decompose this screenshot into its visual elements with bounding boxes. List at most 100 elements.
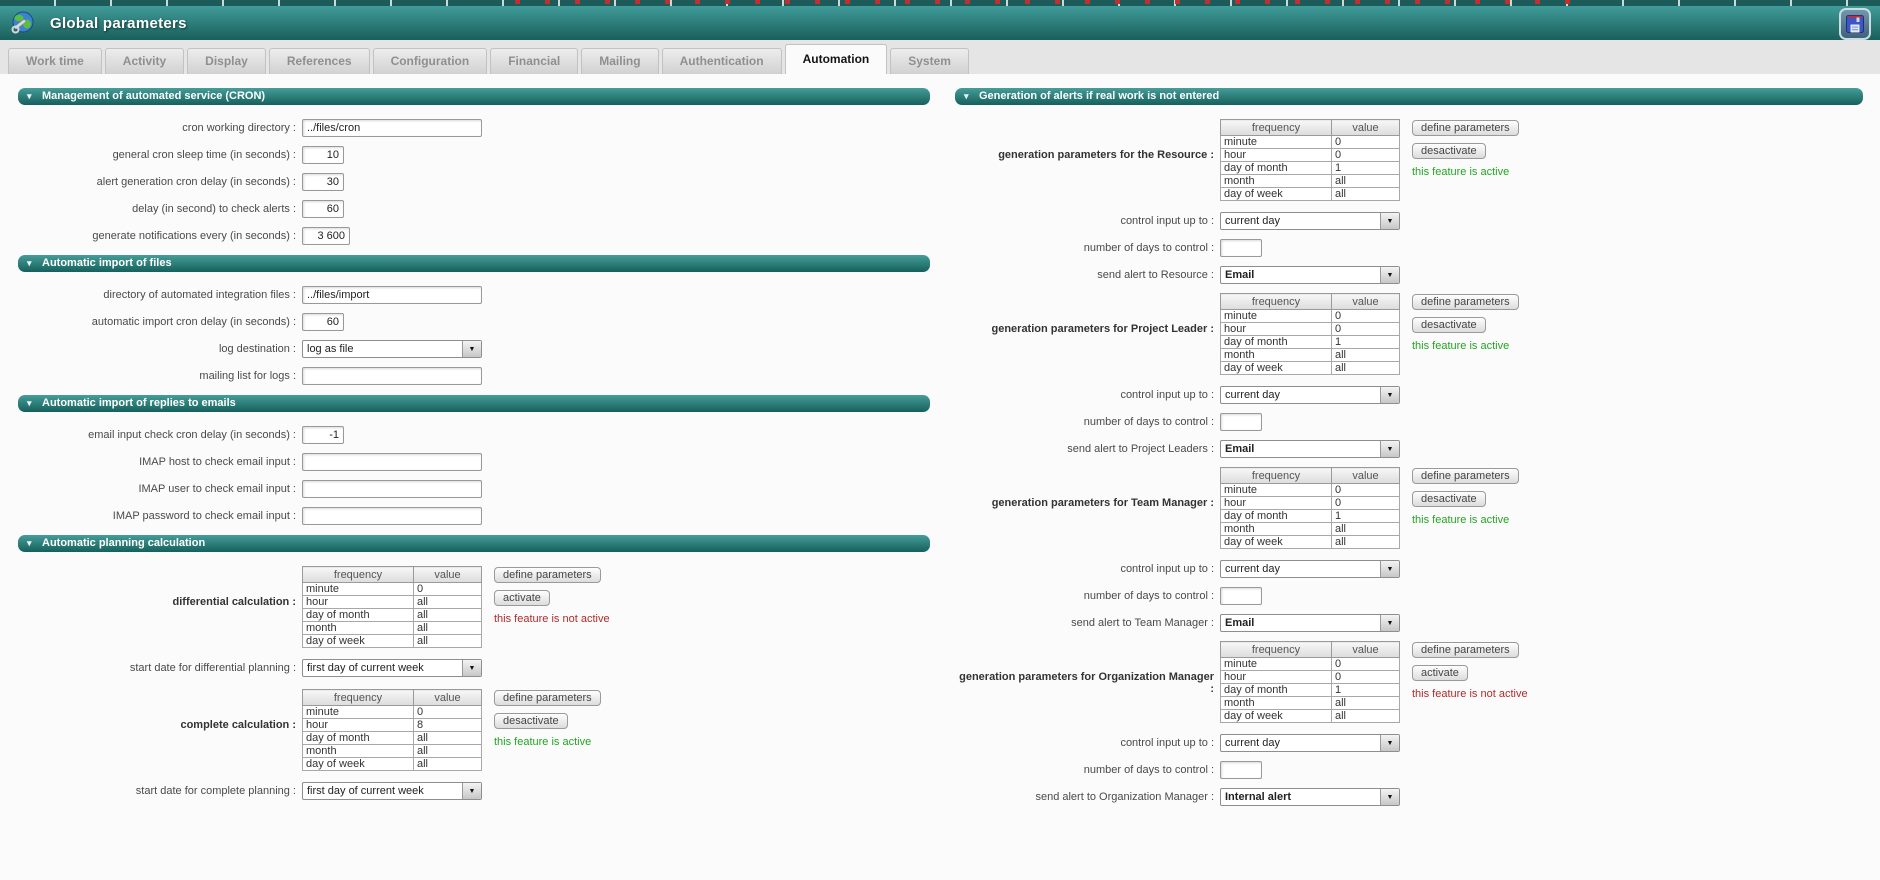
project-leader-define-parameters-button[interactable]: define parameters	[1412, 294, 1519, 310]
project-leader-freq-table: frequency value minute0hour0day of month…	[1220, 293, 1400, 375]
alert-cron-delay-input[interactable]	[302, 173, 344, 191]
team-manager-control-select[interactable]: current day ▼	[1220, 560, 1400, 578]
freq-cell: all	[414, 609, 482, 622]
section-header-cron[interactable]: ▾ Management of automated service (CRON)	[18, 88, 930, 105]
resource-desactivate-button[interactable]: desactivate	[1412, 143, 1486, 159]
collapse-arrow-icon: ▾	[27, 535, 32, 552]
right-column: ▾ Generation of alerts if real work is n…	[955, 88, 1863, 816]
select-value: first day of current week	[303, 785, 462, 797]
freq-row: hour0	[1221, 497, 1400, 510]
section-header-import-files[interactable]: ▾ Automatic import of files	[18, 255, 930, 272]
project-leader-days-input[interactable]	[1220, 413, 1262, 431]
section-header-planning[interactable]: ▾ Automatic planning calculation	[18, 535, 930, 552]
log-destination-select[interactable]: log as file ▼	[302, 340, 482, 358]
freq-cell: all	[1332, 523, 1400, 536]
comp-start-date-select[interactable]: first day of current week ▼	[302, 782, 482, 800]
imap-host-input[interactable]	[302, 453, 482, 471]
project-leader-desactivate-button[interactable]: desactivate	[1412, 317, 1486, 333]
tab-references[interactable]: References	[269, 48, 370, 74]
section-title: Automatic import of replies to emails	[42, 397, 236, 409]
tab-system[interactable]: System	[890, 48, 969, 74]
comp-desactivate-button[interactable]: desactivate	[494, 713, 568, 729]
diff-define-parameters-button[interactable]: define parameters	[494, 567, 601, 583]
field-row: control input up to : current day ▼	[955, 560, 1863, 578]
freq-row: day of weekall	[1221, 362, 1400, 375]
freq-cell: 1	[1332, 336, 1400, 349]
diff-activate-button[interactable]: activate	[494, 590, 550, 606]
team-manager-define-parameters-button[interactable]: define parameters	[1412, 468, 1519, 484]
org-manager-control-select[interactable]: current day ▼	[1220, 734, 1400, 752]
resource-define-parameters-button[interactable]: define parameters	[1412, 120, 1519, 136]
org-manager-send-alert-select[interactable]: Internal alert ▼	[1220, 788, 1400, 806]
team-manager-desactivate-button[interactable]: desactivate	[1412, 491, 1486, 507]
field-row: log destination : log as file ▼	[18, 340, 930, 358]
freq-row: monthall	[303, 745, 482, 758]
org-manager-activate-button[interactable]: activate	[1412, 665, 1468, 681]
tab-activity[interactable]: Activity	[105, 48, 184, 74]
org-manager-days-input[interactable]	[1220, 761, 1262, 779]
field-row: send alert to Organization Manager : Int…	[955, 788, 1863, 806]
collapse-arrow-icon: ▾	[964, 88, 969, 105]
resource-send-alert-select[interactable]: Email ▼	[1220, 266, 1400, 284]
freq-cell: all	[414, 758, 482, 771]
tab-authentication[interactable]: Authentication	[662, 48, 782, 74]
field-row: general cron sleep time (in seconds) :	[18, 146, 930, 164]
freq-cell: all	[1332, 349, 1400, 362]
select-value: Email	[1221, 443, 1380, 455]
field-label: send alert to Resource :	[955, 269, 1220, 281]
import-cron-delay-input[interactable]	[302, 313, 344, 331]
org-manager-alert-block: generation parameters for Organization M…	[955, 641, 1863, 806]
project-leader-control-select[interactable]: current day ▼	[1220, 386, 1400, 404]
org-manager-status-text: this feature is not active	[1412, 688, 1528, 700]
tab-mailing[interactable]: Mailing	[581, 48, 658, 74]
freq-cell: day of month	[1221, 510, 1332, 523]
freq-cell: hour	[303, 719, 414, 732]
cron-sleep-time-input[interactable]	[302, 146, 344, 164]
freq-cell: all	[414, 745, 482, 758]
chevron-down-icon: ▼	[1380, 267, 1399, 283]
section-header-alerts[interactable]: ▾ Generation of alerts if real work is n…	[955, 88, 1863, 105]
section-header-email-replies[interactable]: ▾ Automatic import of replies to emails	[18, 395, 930, 412]
imap-password-input[interactable]	[302, 507, 482, 525]
chevron-down-icon: ▼	[1380, 213, 1399, 229]
cron-working-directory-input[interactable]	[302, 119, 482, 137]
tab-financial[interactable]: Financial	[490, 48, 578, 74]
comp-define-parameters-button[interactable]: define parameters	[494, 690, 601, 706]
org-manager-params-row: generation parameters for Organization M…	[955, 641, 1863, 723]
chevron-down-icon: ▼	[462, 783, 481, 799]
freq-cell: minute	[1221, 136, 1332, 149]
diff-start-date-select[interactable]: first day of current week ▼	[302, 659, 482, 677]
save-button[interactable]	[1839, 8, 1871, 40]
freq-cell: day of week	[303, 635, 414, 648]
email-check-delay-input[interactable]	[302, 426, 344, 444]
tab-work-time[interactable]: Work time	[8, 48, 102, 74]
tab-configuration[interactable]: Configuration	[373, 48, 488, 74]
team-manager-send-alert-select[interactable]: Email ▼	[1220, 614, 1400, 632]
differential-freq-table: frequency value minute0hourallday of mon…	[302, 566, 482, 648]
notifications-interval-input[interactable]	[302, 227, 350, 245]
tab-display[interactable]: Display	[187, 48, 266, 74]
field-label: directory of automated integration files…	[18, 289, 302, 301]
project-leader-send-alert-select[interactable]: Email ▼	[1220, 440, 1400, 458]
check-alerts-delay-input[interactable]	[302, 200, 344, 218]
freq-header: value	[1332, 468, 1400, 484]
imap-user-input[interactable]	[302, 480, 482, 498]
tab-bar: Work time Activity Display References Co…	[0, 40, 1880, 74]
resource-control-select[interactable]: current day ▼	[1220, 212, 1400, 230]
integration-files-directory-input[interactable]	[302, 286, 482, 304]
chevron-down-icon: ▼	[1380, 789, 1399, 805]
team-manager-days-input[interactable]	[1220, 587, 1262, 605]
button-column: define parameters activate this feature …	[1412, 641, 1528, 723]
tab-automation[interactable]: Automation	[785, 44, 888, 74]
mailing-list-logs-input[interactable]	[302, 367, 482, 385]
freq-row: day of weekall	[1221, 536, 1400, 549]
freq-header: frequency	[1221, 120, 1332, 136]
freq-row: hour0	[1221, 149, 1400, 162]
resource-days-input[interactable]	[1220, 239, 1262, 257]
org-manager-freq-table: frequency value minute0hour0day of month…	[1220, 641, 1400, 723]
org-manager-define-parameters-button[interactable]: define parameters	[1412, 642, 1519, 658]
field-row: IMAP user to check email input :	[18, 480, 930, 498]
freq-cell: all	[1332, 697, 1400, 710]
field-label: number of days to control :	[955, 590, 1220, 602]
field-label: number of days to control :	[955, 416, 1220, 428]
